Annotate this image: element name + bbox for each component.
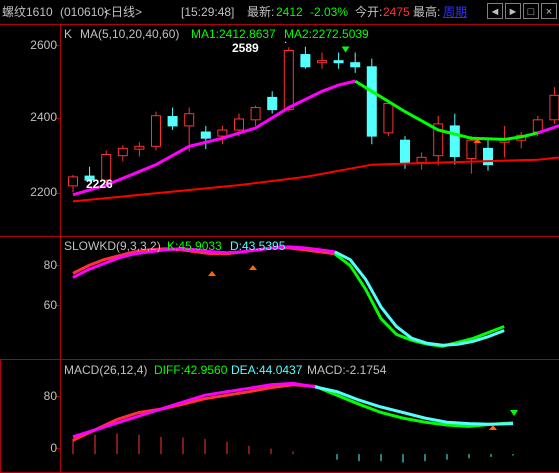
candle-body (350, 62, 361, 68)
candle-body (483, 147, 493, 166)
macd-panel (72, 381, 518, 463)
candle-body (416, 156, 427, 164)
macd-dea-line (72, 381, 316, 439)
sell-signal-icon (341, 46, 350, 53)
kd-d-label: D:43.5395 (230, 239, 286, 253)
candle-body (234, 118, 244, 131)
candle-body (549, 94, 559, 121)
kd-y-tick: 80 (43, 258, 57, 272)
candle-body (250, 107, 261, 121)
macd-y-tick: 80 (43, 389, 57, 403)
ma2-line (72, 156, 559, 203)
ma1-line (354, 79, 539, 141)
main-mode-label: K (64, 27, 73, 41)
candle-body (400, 139, 410, 164)
candle-body (449, 125, 460, 158)
main-indicator-label: MA(5,10,20,40,60) (80, 27, 180, 41)
candle-body (532, 119, 543, 133)
candle-body (267, 96, 278, 111)
sell-signal-icon (510, 410, 518, 416)
macd-diff-line (72, 383, 316, 442)
candle-body (117, 147, 128, 157)
buy-signal-icon (249, 265, 257, 270)
main-y-tick: 2200 (30, 185, 57, 199)
ma1-line (72, 79, 356, 197)
candle-body (167, 116, 178, 127)
candle-body (68, 176, 78, 187)
macd-diff-label: DIFF:42.9560 (154, 363, 228, 377)
max-price-annotation: 2589 (232, 41, 259, 55)
kd-panel (72, 245, 505, 348)
kd-indicator-label: SLOWKD(9,3,3,2) (64, 239, 161, 253)
main-price-panel (68, 41, 559, 203)
chart-canvas (0, 24, 559, 473)
ma2-label: MA2:2272.5039 (284, 27, 369, 41)
candle-body (333, 60, 344, 64)
main-y-tick: 2600 (30, 38, 57, 52)
macd-y-tick: 0 (50, 441, 57, 455)
macd-dea-label: DEA:44.0437 (231, 363, 303, 377)
candle-body (134, 145, 145, 150)
candle-body (366, 66, 377, 137)
macd-value-label: MACD:-2.1754 (307, 363, 387, 377)
ma1-label: MA1:2412.8637 (191, 27, 276, 41)
candle-body (151, 115, 161, 147)
macd-diff-line (314, 384, 514, 428)
candle-body (383, 102, 394, 134)
main-y-tick: 2400 (30, 110, 57, 124)
kd-k-line (333, 252, 505, 348)
candle-body (184, 113, 195, 127)
buy-signal-icon (208, 271, 216, 276)
candle-body (200, 131, 211, 139)
kd-y-tick: 60 (43, 298, 57, 312)
kd-d-line (334, 250, 505, 347)
candle-body (283, 49, 294, 111)
candle-body (300, 54, 311, 68)
candle-body (317, 60, 327, 64)
kd-k-label: K:45.9033 (167, 239, 222, 253)
macd-indicator-label: MACD(26,12,4) (64, 363, 148, 377)
min-price-annotation: 2226 (86, 177, 113, 191)
candle-body (217, 129, 228, 137)
